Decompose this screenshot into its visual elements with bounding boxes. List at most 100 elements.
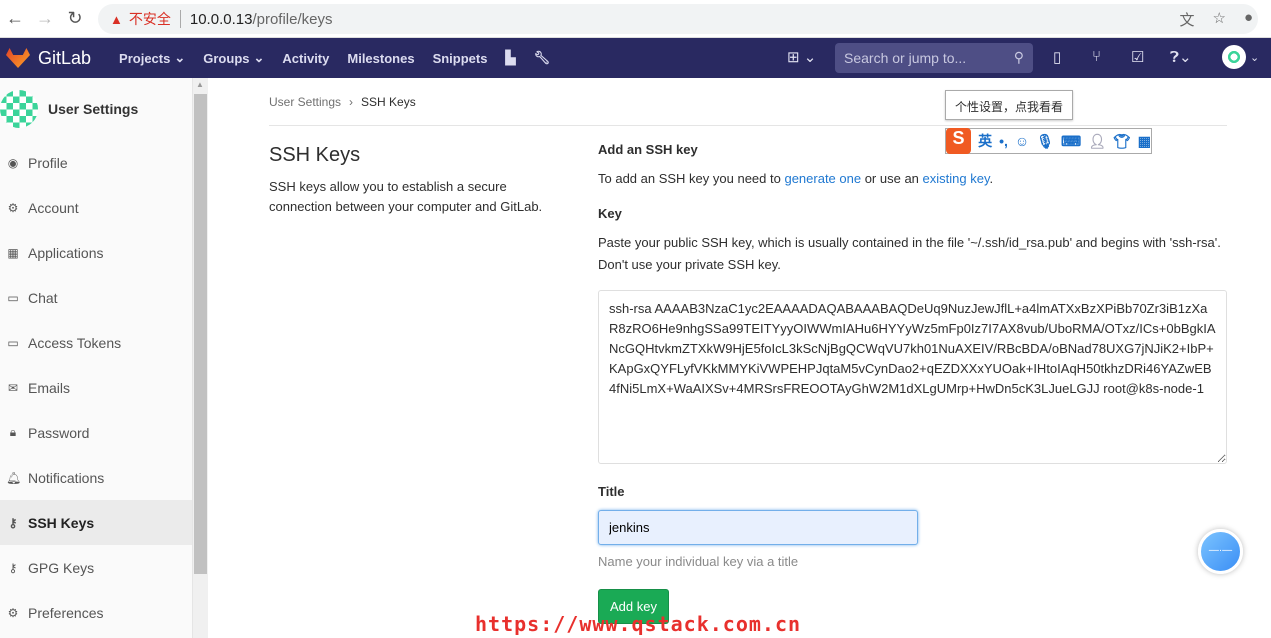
sidebar-item-ssh-keys[interactable]: ⚷ SSH Keys — [0, 500, 192, 545]
existing-key-link[interactable]: existing key — [923, 171, 990, 186]
divider — [179, 10, 181, 28]
url-host: 10.0.0.13 — [189, 10, 253, 28]
chart-icon[interactable]: ▙ — [505, 50, 515, 66]
help-icon[interactable]: ❓︎⌄ — [1170, 48, 1192, 66]
warning-icon: ▲ — [110, 11, 123, 27]
title-input[interactable] — [598, 510, 918, 545]
scrollbar-thumb[interactable] — [194, 94, 207, 574]
sidebar-item-access-tokens[interactable]: ▭ Access Tokens — [0, 320, 192, 365]
sidebar-item-label: Account — [28, 199, 79, 216]
watermark: https://www.qstack.com.cn — [475, 612, 802, 636]
sidebar-title: User Settings — [48, 101, 139, 117]
add-key-form: Add an SSH key To add an SSH key you nee… — [598, 142, 1227, 624]
bell-icon: 🔔︎ — [6, 470, 22, 485]
preferences-icon: ⚙ — [7, 605, 19, 620]
sidebar-item-label: Chat — [28, 289, 58, 306]
applications-icon: ▦ — [7, 245, 19, 260]
user-avatar[interactable] — [1222, 45, 1246, 69]
gitlab-fox-icon — [6, 48, 30, 68]
insecure-label: 不安全 — [128, 11, 171, 27]
key-help: Paste your public SSH key, which is usua… — [598, 235, 1221, 272]
sidebar-scrollbar[interactable]: ▲ — [193, 78, 208, 638]
search-input[interactable]: Search or jump to... ⚲ — [835, 43, 1033, 73]
sidebar-item-label: Emails — [28, 379, 71, 396]
gitlab-logo[interactable]: GitLab — [6, 48, 91, 69]
sidebar-item-label: GPG Keys — [28, 559, 95, 576]
title-help: Name your individual key via a title — [598, 554, 799, 569]
nav-groups[interactable]: Groups ⌄ — [203, 50, 264, 66]
nav-projects[interactable]: Projects ⌄ — [119, 50, 185, 66]
punctuation-icon[interactable]: •, — [999, 133, 1008, 149]
ime-tooltip: 个性设置，点我看看 — [945, 90, 1073, 120]
sidebar: User Settings ◉ Profile ⚙ Account ▦ Applicati… — [0, 78, 193, 638]
chat-icon: ▭ — [7, 290, 19, 305]
user-icon[interactable]: 👤︎ — [1088, 133, 1106, 150]
main-content: User Settings › SSH Keys SSH Keys SSH keys… — [269, 78, 1227, 624]
title-label: Title — [598, 484, 625, 499]
lock-icon: 🔒︎ — [9, 425, 17, 439]
account-icon: ⚙ — [7, 200, 19, 215]
profile-icon: ◉ — [7, 155, 19, 170]
todo-icon[interactable]: ☑ — [1131, 48, 1144, 66]
sidebar-item-label: Access Tokens — [28, 334, 122, 351]
top-navbar: GitLab Projects ⌄ Groups ⌄ Activity Mile… — [0, 38, 1271, 78]
key-icon: ⚷ — [8, 515, 18, 530]
scroll-up-icon[interactable]: ▲ — [196, 80, 204, 89]
emoji-icon[interactable]: ☺ — [1015, 133, 1029, 149]
new-item-icon[interactable]: ⊞ ⌄ — [787, 48, 816, 66]
nav-activity[interactable]: Activity — [282, 51, 329, 66]
microphone-icon[interactable]: 🎙︎ — [1036, 133, 1054, 150]
sidebar-item-account[interactable]: ⚙ Account — [0, 185, 192, 230]
account-icon[interactable]: ● — [1244, 9, 1253, 30]
address-bar[interactable]: ▲ 不安全 10.0.0.13/profile/keys — [98, 4, 1258, 34]
sidebar-header: User Settings — [0, 78, 192, 140]
issues-icon[interactable]: ▯ — [1053, 48, 1061, 66]
browser-toolbar: ← → ↻ ▲ 不安全 10.0.0.13/profile/keys 文 ☆ ● — [0, 0, 1271, 38]
nav-milestones[interactable]: Milestones — [347, 51, 414, 66]
reload-icon[interactable]: ↻ — [60, 8, 90, 29]
ime-language-toggle[interactable]: 英 — [978, 131, 992, 151]
breadcrumb: User Settings › SSH Keys — [269, 78, 1227, 126]
nav-snippets[interactable]: Snippets — [433, 51, 488, 66]
key-textarea[interactable]: ssh-rsa AAAAB3NzaC1yc2EAAAADAQABAAABAQDe… — [598, 290, 1227, 464]
grid-icon[interactable]: ▦ — [1138, 133, 1151, 150]
sidebar-item-label: Profile — [28, 154, 68, 171]
skin-icon[interactable]: 👕︎ — [1113, 133, 1131, 150]
sidebar-item-applications[interactable]: ▦ Applications — [0, 230, 192, 275]
token-icon: ▭ — [7, 335, 19, 350]
sidebar-item-label: SSH Keys — [28, 514, 95, 531]
forward-icon[interactable]: → — [30, 8, 60, 29]
search-icon: ⚲ — [1013, 49, 1024, 65]
star-icon[interactable]: ☆ — [1212, 9, 1225, 30]
keyboard-icon[interactable]: ⌨ — [1061, 133, 1081, 150]
url-path: /profile/keys — [252, 10, 333, 28]
sidebar-item-chat[interactable]: ▭ Chat — [0, 275, 192, 320]
floating-assistant-button[interactable]: —·— — [1198, 529, 1243, 574]
sidebar-item-password[interactable]: 🔒︎ Password — [0, 410, 192, 455]
sogou-logo-icon[interactable]: S — [946, 128, 972, 154]
sidebar-item-label: Preferences — [28, 604, 104, 621]
avatar — [0, 90, 38, 128]
key-icon: ⚷ — [8, 560, 18, 575]
sidebar-item-notifications[interactable]: 🔔︎ Notifications — [0, 455, 192, 500]
chevron-down-icon[interactable]: ⌄ — [1250, 51, 1259, 64]
sidebar-item-gpg-keys[interactable]: ⚷ GPG Keys — [0, 545, 192, 590]
breadcrumb-user-settings[interactable]: User Settings — [269, 95, 341, 109]
page-description: SSH keys allow you to establish a secure… — [269, 179, 543, 214]
ime-toolbar: S 英 •, ☺ 🎙︎ ⌨ 👤︎ 👕︎ ▦ — [945, 128, 1152, 154]
sidebar-item-emails[interactable]: ✉ Emails — [0, 365, 192, 410]
merge-request-icon[interactable]: ⑂ — [1092, 48, 1101, 65]
sidebar-item-label: Password — [28, 424, 90, 441]
brand-name: GitLab — [38, 47, 92, 68]
key-label: Key — [598, 206, 622, 221]
chevron-right-icon: › — [349, 94, 354, 109]
translate-icon[interactable]: 文 — [1179, 9, 1194, 30]
sidebar-item-profile[interactable]: ◉ Profile — [0, 140, 192, 185]
sidebar-item-preferences[interactable]: ⚙ Preferences — [0, 590, 192, 635]
generate-one-link[interactable]: generate one — [784, 171, 861, 186]
breadcrumb-ssh-keys[interactable]: SSH Keys — [361, 95, 416, 109]
page-title: SSH Keys — [269, 144, 361, 166]
back-icon[interactable]: ← — [0, 8, 30, 29]
wrench-icon[interactable]: 🔧︎ — [533, 50, 550, 66]
intro-text: To add an SSH key you need to generate o… — [598, 171, 994, 186]
